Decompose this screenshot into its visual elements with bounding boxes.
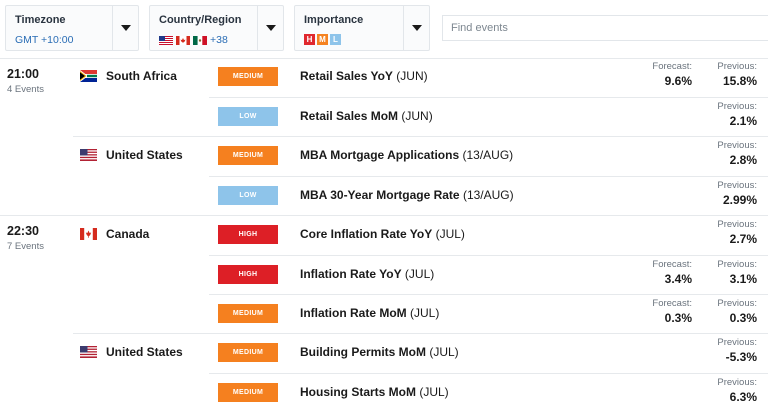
country-filter[interactable]: Country/Region +38 xyxy=(149,5,284,51)
us-flag-icon xyxy=(80,346,97,358)
country-name: United States xyxy=(80,345,183,359)
previous-value: Previous: 2.8% xyxy=(717,140,757,167)
previous-value: Previous: -5.3% xyxy=(717,337,757,364)
event-row[interactable]: MEDIUM MBA Mortgage Applications (13/AUG… xyxy=(209,137,768,176)
chevron-down-icon[interactable] xyxy=(121,25,131,31)
country-name: South Africa xyxy=(80,69,177,83)
importance-badge: MEDIUM xyxy=(218,146,278,165)
importance-medium-chip[interactable]: M xyxy=(317,34,328,45)
country-value: +38 xyxy=(159,34,228,46)
event-count: 7 Events xyxy=(7,241,44,252)
importance-badge: HIGH xyxy=(218,265,278,284)
chevron-down-icon[interactable] xyxy=(412,25,422,31)
forecast-value: Forecast: 3.4% xyxy=(652,259,692,286)
country-extra-count: +38 xyxy=(210,34,228,46)
event-name: Inflation Rate MoM (JUL) xyxy=(300,306,440,320)
mx-flag-icon xyxy=(193,35,207,45)
importance-badge: LOW xyxy=(218,186,278,205)
filter-divider xyxy=(403,6,404,50)
chevron-down-icon[interactable] xyxy=(266,25,276,31)
importance-badge: LOW xyxy=(218,107,278,126)
event-name: Retail Sales YoY (JUN) xyxy=(300,69,428,83)
event-row[interactable]: HIGH Core Inflation Rate YoY (JUL) Previ… xyxy=(209,216,768,255)
importance-high-chip[interactable]: H xyxy=(304,34,315,45)
importance-badge: HIGH xyxy=(218,225,278,244)
event-row[interactable]: MEDIUM Inflation Rate MoM (JUL) Forecast… xyxy=(209,294,768,333)
search-box[interactable] xyxy=(442,15,768,41)
country-label: Country/Region xyxy=(159,14,242,26)
previous-value: Previous: 2.99% xyxy=(717,180,757,207)
event-name: Building Permits MoM (JUL) xyxy=(300,345,459,359)
event-name: Housing Starts MoM (JUL) xyxy=(300,385,449,399)
country-name: United States xyxy=(80,148,183,162)
event-row[interactable]: MEDIUM Housing Starts MoM (JUL) Previous… xyxy=(209,373,768,408)
event-time: 21:00 xyxy=(7,67,39,81)
importance-badge: MEDIUM xyxy=(218,343,278,362)
ca-flag-icon xyxy=(80,228,97,240)
event-name: Inflation Rate YoY (JUL) xyxy=(300,267,435,281)
timezone-label: Timezone xyxy=(15,14,66,26)
importance-badge: MEDIUM xyxy=(218,383,278,402)
country-name: Canada xyxy=(80,227,149,241)
us-flag-icon xyxy=(80,149,97,161)
event-name: MBA Mortgage Applications (13/AUG) xyxy=(300,148,514,162)
importance-filter[interactable]: Importance H M L xyxy=(294,5,430,51)
previous-value: Previous: 3.1% xyxy=(717,259,757,286)
filter-divider xyxy=(112,6,113,50)
filter-bar: Timezone GMT +10:00 Country/Region +38 I… xyxy=(0,0,768,58)
previous-value: Previous: 2.7% xyxy=(717,219,757,246)
previous-value: Previous: 2.1% xyxy=(717,101,757,128)
event-row[interactable]: LOW Retail Sales MoM (JUN) Previous: 2.1% xyxy=(209,97,768,136)
za-flag-icon xyxy=(80,70,97,82)
ca-flag-icon xyxy=(176,35,190,45)
event-count: 4 Events xyxy=(7,84,44,95)
us-flag-icon xyxy=(159,35,173,45)
event-name: MBA 30-Year Mortgage Rate (13/AUG) xyxy=(300,188,514,202)
forecast-value: Forecast: 9.6% xyxy=(652,61,692,88)
event-row[interactable]: LOW MBA 30-Year Mortgage Rate (13/AUG) P… xyxy=(209,176,768,215)
forecast-value: Forecast: 0.3% xyxy=(652,298,692,325)
importance-low-chip[interactable]: L xyxy=(330,34,341,45)
importance-label: Importance xyxy=(304,14,364,26)
search-input[interactable] xyxy=(443,16,768,40)
event-time: 22:30 xyxy=(7,224,39,238)
event-row[interactable]: MEDIUM Retail Sales YoY (JUN) Forecast: 9… xyxy=(209,58,768,97)
importance-badge: MEDIUM xyxy=(218,67,278,86)
previous-value: Previous: 15.8% xyxy=(717,61,757,88)
previous-value: Previous: 6.3% xyxy=(717,377,757,404)
event-row[interactable]: HIGH Inflation Rate YoY (JUL) Forecast: 3… xyxy=(209,255,768,294)
timezone-filter[interactable]: Timezone GMT +10:00 xyxy=(5,5,139,51)
filter-divider xyxy=(257,6,258,50)
timezone-value: GMT +10:00 xyxy=(15,34,74,46)
importance-badge: MEDIUM xyxy=(218,304,278,323)
event-name: Retail Sales MoM (JUN) xyxy=(300,109,433,123)
importance-value: H M L xyxy=(304,34,341,45)
previous-value: Previous: 0.3% xyxy=(717,298,757,325)
event-name: Core Inflation Rate YoY (JUL) xyxy=(300,227,465,241)
event-row[interactable]: MEDIUM Building Permits MoM (JUL) Previo… xyxy=(209,334,768,373)
